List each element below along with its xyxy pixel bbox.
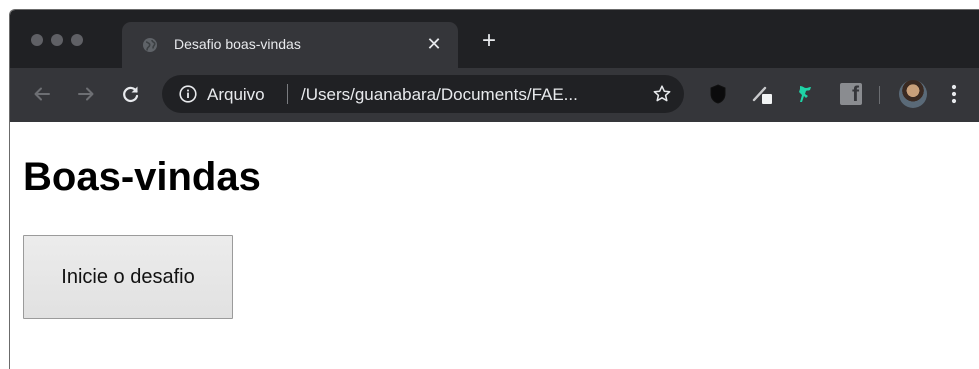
globe-icon — [143, 38, 157, 52]
page-title: Boas-vindas — [23, 155, 261, 199]
kebab-menu-icon[interactable] — [950, 82, 958, 106]
window-controls — [31, 34, 83, 46]
page-content: Boas-vindas Inicie o desafio — [10, 122, 979, 369]
back-button[interactable] — [30, 82, 54, 106]
star-icon[interactable] — [652, 84, 672, 104]
tab-active[interactable]: Desafio boas-vindas ✕ — [122, 22, 458, 68]
facebook-glyph: f — [852, 83, 859, 105]
new-tab-button[interactable]: + — [478, 29, 500, 53]
url-text[interactable]: /Users/guanabara/Documents/FAE... — [301, 85, 578, 105]
reload-icon — [123, 86, 139, 102]
green-extension-icon[interactable] — [794, 83, 816, 105]
forward-icon — [78, 87, 94, 101]
shield-extension-icon[interactable] — [707, 83, 729, 105]
back-icon — [34, 87, 50, 101]
origin-label: Arquivo — [207, 85, 265, 104]
browser-toolbar: Arquivo /Users/guanabara/Documents/FAE..… — [10, 68, 979, 122]
tab-close-button[interactable]: ✕ — [424, 34, 444, 54]
tab-title: Desafio boas-vindas — [174, 36, 301, 52]
browser-window: Desafio boas-vindas ✕ + Arquivo /Users/g… — [9, 9, 979, 369]
tab-strip: Desafio boas-vindas ✕ + — [10, 10, 979, 68]
reload-button[interactable] — [119, 82, 143, 106]
close-window-button[interactable] — [31, 34, 43, 46]
minimize-window-button[interactable] — [51, 34, 63, 46]
toolbar-separator — [879, 86, 880, 104]
maximize-window-button[interactable] — [71, 34, 83, 46]
avatar[interactable] — [899, 80, 927, 108]
address-separator — [287, 84, 288, 104]
start-challenge-button[interactable]: Inicie o desafio — [23, 235, 233, 319]
facebook-extension-icon[interactable]: f — [840, 83, 862, 105]
pen-extension-icon[interactable] — [751, 83, 773, 105]
address-bar[interactable]: Arquivo /Users/guanabara/Documents/FAE..… — [162, 75, 684, 113]
info-icon[interactable] — [179, 85, 197, 103]
forward-button[interactable] — [74, 82, 98, 106]
